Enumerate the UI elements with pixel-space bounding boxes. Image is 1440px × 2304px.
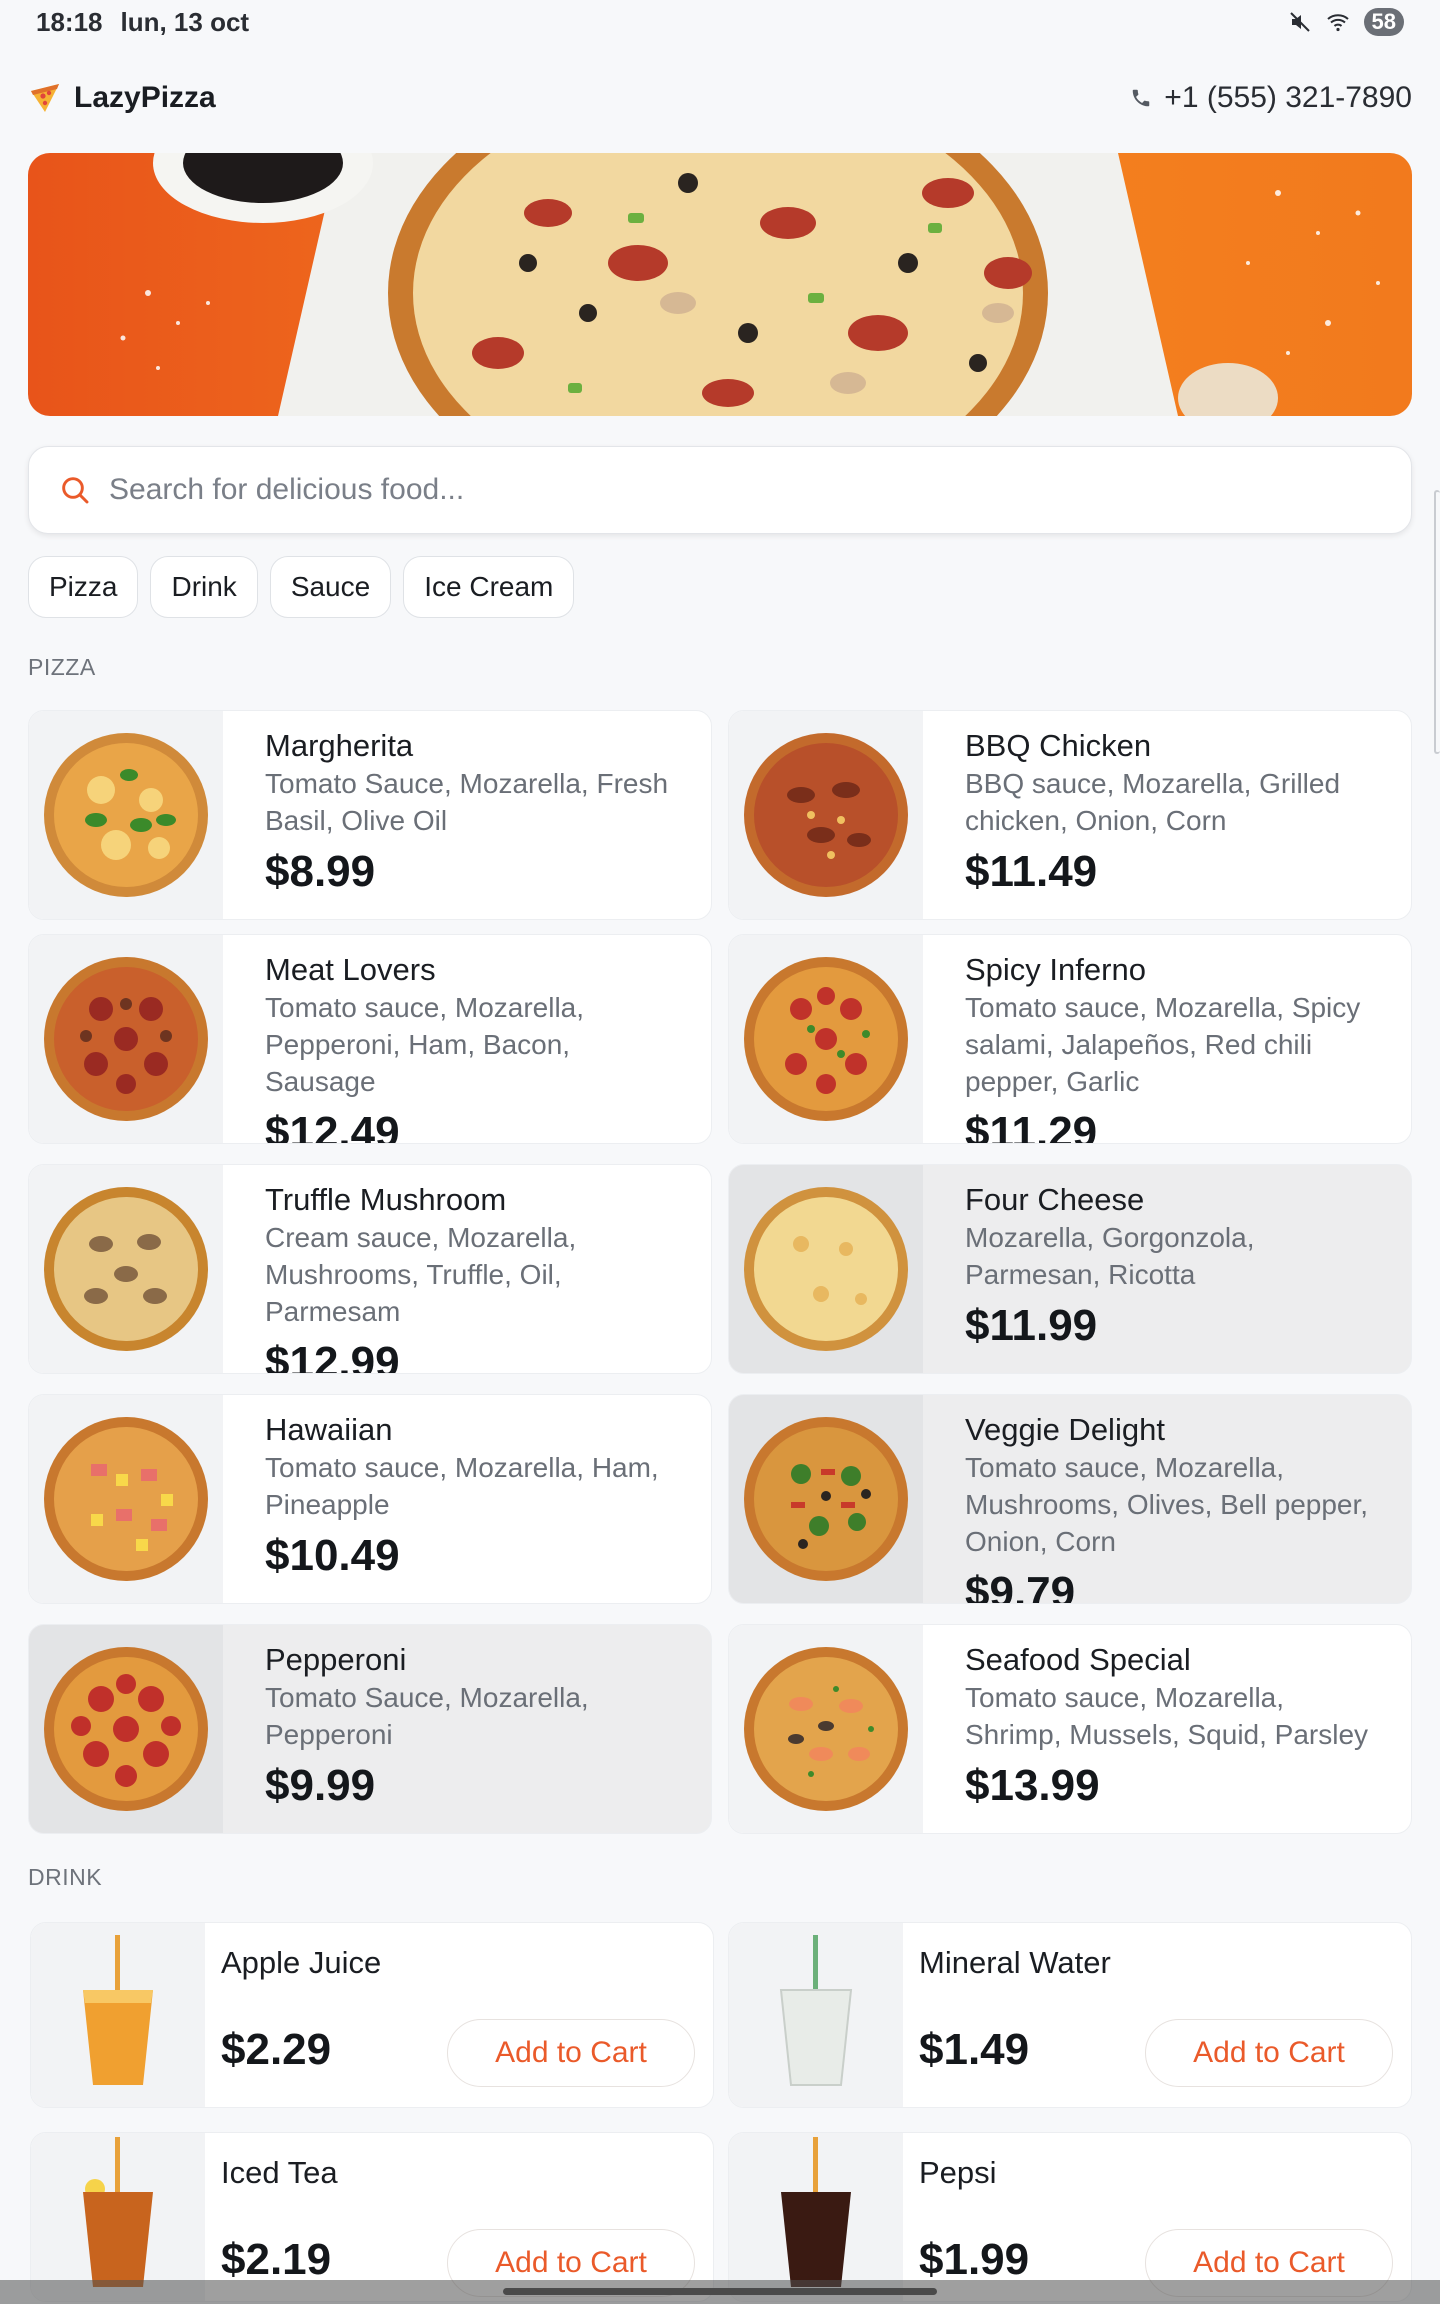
section-title-pizza: PIZZA: [28, 654, 96, 680]
product-image: [729, 711, 923, 919]
product-price: $10.49: [265, 1531, 400, 1580]
product-description: Tomato sauce, Mozarella, Spicy salami, J…: [965, 992, 1361, 1097]
search-icon: [62, 477, 89, 504]
product-card-hawaiian[interactable]: Hawaiian Tomato sauce, Mozarella, Ham, P…: [28, 1394, 712, 1604]
hero-banner: [28, 153, 1412, 416]
product-name: Hawaiian: [265, 1412, 393, 1447]
product-description: Tomato Sauce, Mozarella, Pepperoni: [265, 1682, 589, 1750]
product-card-four-cheese[interactable]: Four Cheese Mozarella, Gorgonzola, Parme…: [728, 1164, 1412, 1374]
product-name: Seafood Special: [965, 1642, 1191, 1677]
product-price: $12.49: [265, 1108, 400, 1144]
product-card-margherita[interactable]: Margherita Tomato Sauce, Mozarella, Fres…: [28, 710, 712, 920]
add-to-cart-button[interactable]: Add to Cart: [1145, 2019, 1393, 2087]
status-bar: 18:18 lun, 13 oct 58: [0, 0, 1440, 44]
chip-pizza[interactable]: Pizza: [28, 556, 139, 618]
product-card-meat-lovers[interactable]: Meat Lovers Tomato sauce, Mozarella, Pep…: [28, 934, 712, 1144]
product-card-truffle-mushroom[interactable]: Truffle Mushroom Cream sauce, Mozarella,…: [28, 1164, 712, 1374]
product-name: Meat Lovers: [265, 952, 436, 987]
product-name: Truffle Mushroom: [265, 1182, 507, 1217]
product-name: Margherita: [265, 728, 414, 763]
product-image: [729, 1395, 923, 1603]
product-price: $13.99: [965, 1761, 1100, 1810]
product-name: Pepperoni: [265, 1642, 407, 1677]
product-name: Iced Tea: [221, 2155, 338, 2190]
status-date: lun, 13 oct: [120, 6, 250, 37]
mute-icon: [1289, 12, 1310, 32]
search-input[interactable]: [109, 473, 1381, 507]
product-image: [31, 2133, 205, 2301]
product-price: $12.99: [265, 1338, 400, 1374]
product-description: Tomato Sauce, Mozarella, Fresh Basil, Ol…: [265, 768, 669, 836]
product-description: Cream sauce, Mozarella, Mushrooms, Truff…: [265, 1222, 577, 1327]
product-card-mineral-water[interactable]: Mineral Water $1.49 Add to Cart: [728, 1922, 1412, 2108]
product-name: BBQ Chicken: [965, 728, 1152, 763]
chip-ice-cream[interactable]: Ice Cream: [403, 556, 575, 618]
product-image: [729, 1625, 923, 1833]
product-image: [729, 935, 923, 1143]
status-time: 18:18: [36, 6, 103, 37]
brand[interactable]: LazyPizza: [28, 81, 216, 115]
phone-number: +1 (555) 321-7890: [1164, 81, 1412, 114]
product-card-iced-tea[interactable]: Iced Tea $2.19 Add to Cart: [30, 2132, 714, 2302]
product-name: Apple Juice: [221, 1945, 382, 1980]
section-title-drink: DRINK: [28, 1864, 103, 1890]
product-description: Mozarella, Gorgonzola, Parmesan, Ricotta: [965, 1222, 1255, 1290]
product-price: $2.29: [221, 2025, 332, 2074]
phone-icon: [1133, 89, 1150, 107]
product-price: $9.79: [965, 1568, 1076, 1604]
scrollbar[interactable]: [1434, 490, 1440, 754]
product-card-apple-juice[interactable]: Apple Juice $2.29 Add to Cart: [30, 1922, 714, 2108]
product-image: [729, 1165, 923, 1373]
product-price: $11.99: [965, 1301, 1098, 1350]
wifi-icon: [1326, 14, 1349, 32]
category-chips: Pizza Drink Sauce Ice Cream: [28, 556, 575, 618]
chip-sauce[interactable]: Sauce: [269, 556, 392, 618]
pizza-slice-icon: [31, 84, 59, 112]
product-card-pepperoni[interactable]: Pepperoni Tomato Sauce, Mozarella, Peppe…: [28, 1624, 712, 1834]
product-card-pepsi[interactable]: Pepsi $1.99 Add to Cart: [728, 2132, 1412, 2302]
battery-icon: 58: [1363, 8, 1404, 36]
search-bar[interactable]: [28, 446, 1412, 534]
chip-drink[interactable]: Drink: [150, 556, 258, 618]
product-description: Tomato sauce, Mozarella, Ham, Pineapple: [265, 1452, 659, 1520]
product-description: Tomato sauce, Mozarella, Shrimp, Mussels…: [965, 1682, 1369, 1750]
product-card-bbq-chicken[interactable]: BBQ Chicken BBQ sauce, Mozarella, Grille…: [728, 710, 1412, 920]
product-image: [29, 935, 223, 1143]
product-card-seafood-special[interactable]: Seafood Special Tomato sauce, Mozarella,…: [728, 1624, 1412, 1834]
product-name: Mineral Water: [919, 1945, 1111, 1980]
product-image: [29, 711, 223, 919]
pizza-hero-image: [120, 153, 1380, 416]
product-description: Tomato sauce, Mozarella, Mushrooms, Oliv…: [965, 1452, 1369, 1557]
product-price: $1.99: [919, 2235, 1030, 2284]
product-price: $11.49: [965, 847, 1098, 896]
product-image: [31, 1923, 205, 2107]
app-header: LazyPizza +1 (555) 321-7890: [28, 70, 1412, 126]
product-name: Spicy Inferno: [965, 952, 1146, 987]
product-price: $11.29: [965, 1108, 1098, 1144]
product-description: BBQ sauce, Mozarella, Grilled chicken, O…: [965, 768, 1341, 836]
home-indicator[interactable]: [503, 2288, 937, 2295]
product-image: [29, 1395, 223, 1603]
add-to-cart-button[interactable]: Add to Cart: [447, 2019, 695, 2087]
product-name: Four Cheese: [965, 1182, 1145, 1217]
product-image: [29, 1165, 223, 1373]
phone-link[interactable]: +1 (555) 321-7890: [1130, 81, 1412, 115]
product-name: Veggie Delight: [965, 1412, 1165, 1447]
product-image: [29, 1625, 223, 1833]
product-price: $9.99: [265, 1761, 376, 1810]
product-card-spicy-inferno[interactable]: Spicy Inferno Tomato sauce, Mozarella, S…: [728, 934, 1412, 1144]
product-name: Pepsi: [919, 2155, 997, 2190]
product-image: [729, 1923, 903, 2107]
brand-name: LazyPizza: [74, 81, 216, 114]
product-image: [729, 2133, 903, 2301]
product-price: $2.19: [221, 2235, 332, 2284]
product-price: $1.49: [919, 2025, 1030, 2074]
product-card-veggie-delight[interactable]: Veggie Delight Tomato sauce, Mozarella, …: [728, 1394, 1412, 1604]
product-price: $8.99: [265, 847, 376, 896]
product-description: Tomato sauce, Mozarella, Pepperoni, Ham,…: [265, 992, 585, 1097]
